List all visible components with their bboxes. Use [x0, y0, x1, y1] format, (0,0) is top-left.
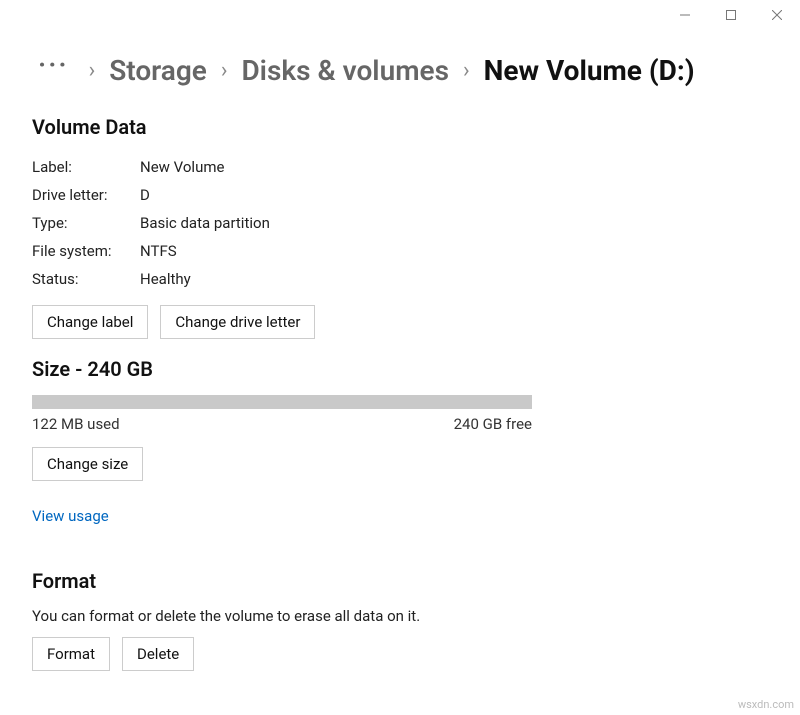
size-buttons: Change size [32, 447, 768, 481]
breadcrumb-storage[interactable]: Storage [109, 54, 207, 87]
size-heading: Size - 240 GB [32, 357, 768, 381]
watermark: wsxdn.com [738, 698, 794, 711]
size-usage-bar [32, 395, 532, 409]
row-label: Label: New Volume [32, 153, 768, 181]
label-key: Label: [32, 158, 140, 176]
size-usage-labels: 122 MB used 240 GB free [32, 415, 532, 433]
file-system-key: File system: [32, 242, 140, 260]
format-button[interactable]: Format [32, 637, 110, 671]
view-usage-link[interactable]: View usage [32, 507, 109, 525]
type-value: Basic data partition [140, 214, 270, 232]
volume-data-buttons: Change label Change drive letter [32, 305, 768, 339]
breadcrumb-more-icon[interactable]: ··· [32, 56, 75, 74]
settings-window: ··· › Storage › Disks & volumes › New Vo… [0, 0, 800, 715]
label-value: New Volume [140, 158, 224, 176]
chevron-right-icon: › [463, 58, 470, 83]
window-controls [662, 0, 800, 30]
row-file-system: File system: NTFS [32, 237, 768, 265]
volume-data-heading: Volume Data [32, 115, 768, 139]
format-buttons: Format Delete [32, 637, 768, 671]
size-free-label: 240 GB free [454, 415, 532, 433]
chevron-right-icon: › [221, 58, 228, 83]
page-content: ··· › Storage › Disks & volumes › New Vo… [0, 0, 800, 713]
chevron-right-icon: › [89, 58, 96, 83]
breadcrumb: ··· › Storage › Disks & volumes › New Vo… [32, 40, 768, 109]
row-type: Type: Basic data partition [32, 209, 768, 237]
drive-letter-key: Drive letter: [32, 186, 140, 204]
format-heading: Format [32, 569, 768, 593]
change-label-button[interactable]: Change label [32, 305, 148, 339]
close-button[interactable] [754, 0, 800, 30]
maximize-button[interactable] [708, 0, 754, 30]
minimize-button[interactable] [662, 0, 708, 30]
change-size-button[interactable]: Change size [32, 447, 143, 481]
breadcrumb-disks-volumes[interactable]: Disks & volumes [241, 54, 449, 87]
row-drive-letter: Drive letter: D [32, 181, 768, 209]
row-status: Status: Healthy [32, 265, 768, 293]
delete-button[interactable]: Delete [122, 637, 194, 671]
type-key: Type: [32, 214, 140, 232]
format-description: You can format or delete the volume to e… [32, 607, 768, 625]
change-drive-letter-button[interactable]: Change drive letter [160, 305, 315, 339]
drive-letter-value: D [140, 186, 150, 204]
status-value: Healthy [140, 270, 191, 288]
file-system-value: NTFS [140, 242, 177, 260]
size-used-label: 122 MB used [32, 415, 120, 433]
status-key: Status: [32, 270, 140, 288]
breadcrumb-current: New Volume (D:) [484, 54, 695, 87]
